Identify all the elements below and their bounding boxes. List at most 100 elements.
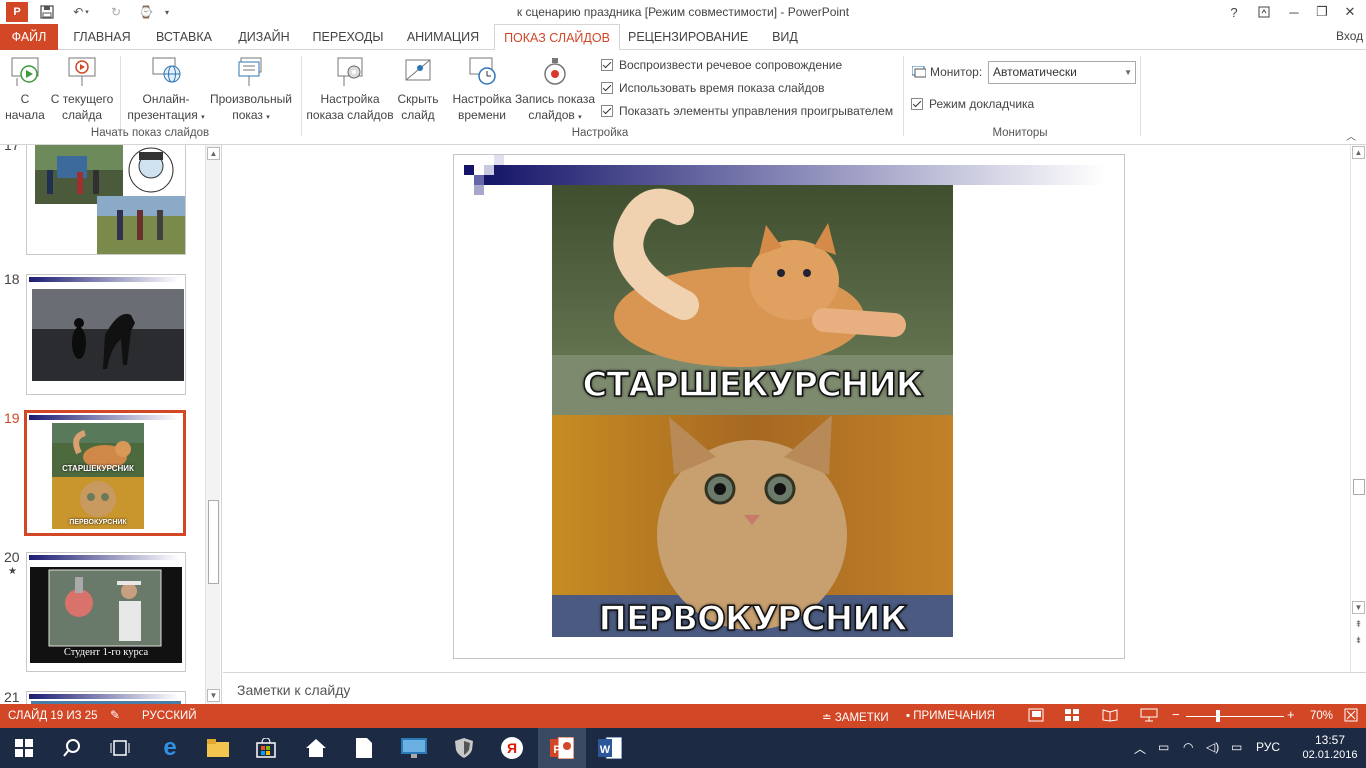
- scroll-down-icon[interactable]: ▼: [207, 689, 220, 702]
- tab-review[interactable]: РЕЦЕНЗИРОВАНИЕ: [628, 24, 748, 50]
- group-label-start: Начать показ слайдов: [90, 127, 210, 139]
- use-timings-checkbox[interactable]: Использовать время показа слайдов: [601, 81, 825, 95]
- monitor-select[interactable]: Автоматически ▼: [988, 61, 1136, 84]
- scroll-up-icon[interactable]: ▲: [207, 147, 220, 160]
- slide-sorter-icon[interactable]: [1064, 708, 1080, 725]
- store-icon[interactable]: [242, 728, 290, 768]
- slideshow-view-icon[interactable]: [1140, 708, 1158, 725]
- next-slide-icon[interactable]: ⇟: [1352, 635, 1365, 648]
- word-taskbar-icon[interactable]: W: [586, 728, 634, 768]
- home-icon[interactable]: [292, 728, 340, 768]
- save-icon[interactable]: [36, 2, 58, 22]
- start-windows-icon[interactable]: [0, 728, 48, 768]
- notifications-icon[interactable]: ▭: [1231, 740, 1242, 754]
- online-presentation-button[interactable]: Онлайн- презентация ▾: [124, 54, 208, 126]
- zoom-slider-track[interactable]: [1186, 716, 1284, 717]
- scroll-down-icon[interactable]: ▼: [1352, 601, 1365, 614]
- notes-toggle[interactable]: ≐ ЗАМЕТКИ: [822, 710, 889, 724]
- online-label-1: Онлайн-: [142, 92, 190, 106]
- tab-slideshow[interactable]: ПОКАЗ СЛАЙДОВ: [494, 24, 620, 51]
- minimize-button[interactable]: ─: [1282, 2, 1306, 22]
- from-current-slide-button[interactable]: С текущего слайда: [48, 54, 116, 123]
- wifi-icon[interactable]: ◠: [1183, 740, 1193, 754]
- tab-design[interactable]: ДИЗАЙН: [230, 24, 298, 50]
- tab-file[interactable]: ФАЙЛ: [0, 24, 58, 50]
- setup-show-button[interactable]: Настройка показа слайдов: [304, 54, 396, 123]
- language-status[interactable]: РУССКИЙ: [142, 710, 197, 722]
- from-start-button[interactable]: С начала: [4, 54, 46, 123]
- clock[interactable]: 13:57 02.01.2016: [1300, 733, 1360, 761]
- slide-thumbnail-17[interactable]: [26, 145, 186, 255]
- present-from-start-icon[interactable]: ⌚: [135, 2, 157, 22]
- comments-toggle[interactable]: ▪ ПРИМЕЧАНИЯ: [906, 710, 995, 722]
- tab-insert[interactable]: ВСТАВКА: [148, 24, 220, 50]
- document-icon[interactable]: [340, 728, 388, 768]
- fit-to-window-icon[interactable]: [1344, 708, 1358, 725]
- task-view-icon[interactable]: [96, 728, 144, 768]
- slide-title-band: [29, 555, 179, 560]
- thumb-19-caption-top: СТАРШЕКУРСНИК: [62, 464, 134, 473]
- hide-slide-button[interactable]: Скрыть слайд: [394, 54, 442, 123]
- sign-in-link[interactable]: Вход: [1336, 24, 1366, 48]
- powerpoint-taskbar-icon[interactable]: P: [538, 728, 586, 768]
- slide-thumbnail-19-selected[interactable]: СТАРШЕКУРСНИК ПЕРВОКУРСНИК: [24, 410, 186, 536]
- scroll-thumb[interactable]: [1353, 479, 1365, 495]
- zoom-in-icon[interactable]: +: [1287, 707, 1295, 722]
- scroll-thumb[interactable]: [208, 500, 219, 584]
- show-hidden-icons-icon[interactable]: ︿: [1134, 740, 1146, 757]
- svg-text:W: W: [600, 744, 611, 756]
- presenter-view-checkbox[interactable]: Режим докладчика: [911, 97, 1034, 111]
- file-explorer-icon[interactable]: [194, 728, 242, 768]
- tab-transitions[interactable]: ПЕРЕХОДЫ: [308, 24, 388, 50]
- previous-slide-icon[interactable]: ⇞: [1352, 619, 1365, 632]
- help-button[interactable]: ?: [1222, 2, 1246, 22]
- zoom-slider-handle[interactable]: [1216, 710, 1220, 722]
- thumbnails-scrollbar[interactable]: ▲ ▼: [205, 145, 220, 704]
- setup-label-2: показа слайдов: [306, 108, 394, 122]
- customize-toolbar-icon[interactable]: ▾: [160, 2, 174, 22]
- ribbon-separator: [301, 56, 302, 136]
- search-icon[interactable]: [48, 728, 96, 768]
- tab-home[interactable]: ГЛАВНАЯ: [68, 24, 136, 50]
- monitor-app-icon[interactable]: [390, 728, 438, 768]
- rehearse-timings-button[interactable]: Настройка времени: [448, 54, 516, 123]
- clock-date: 02.01.2016: [1302, 749, 1358, 761]
- security-shield-icon[interactable]: [440, 728, 488, 768]
- powerpoint-app-icon[interactable]: P: [6, 2, 28, 22]
- spell-check-icon[interactable]: ✎: [110, 708, 120, 722]
- tab-view[interactable]: ВИД: [762, 24, 808, 50]
- slide-thumbnail-21[interactable]: [26, 691, 186, 704]
- input-language[interactable]: РУС: [1256, 740, 1280, 754]
- normal-view-icon[interactable]: [1028, 708, 1044, 725]
- yandex-browser-icon[interactable]: Я: [488, 728, 536, 768]
- tab-animation[interactable]: АНИМАЦИЯ: [398, 24, 488, 50]
- custom-show-button[interactable]: Произвольный показ ▾: [206, 54, 296, 126]
- record-show-button[interactable]: Запись показа слайдов ▾: [512, 54, 598, 126]
- zoom-level[interactable]: 70%: [1310, 710, 1333, 722]
- record-label-2-wrap: слайдов ▾: [512, 107, 598, 126]
- notes-pane[interactable]: Заметки к слайду: [223, 672, 1366, 704]
- edge-browser-icon[interactable]: e: [146, 728, 194, 768]
- volume-icon[interactable]: ◁): [1206, 740, 1219, 754]
- current-slide[interactable]: СТАРШЕКУРСНИК ПЕРВОКУРСНИК: [453, 154, 1125, 659]
- from-current-label-2: слайда: [61, 108, 103, 122]
- svg-text:P: P: [553, 744, 560, 756]
- slide-thumbnail-18[interactable]: [26, 274, 186, 395]
- close-button[interactable]: ✕: [1338, 2, 1362, 22]
- slide-caption-bottom: ПЕРВОКУРСНИК: [598, 598, 909, 640]
- undo-icon[interactable]: ↶ ▾: [66, 2, 96, 22]
- slide-scrollbar[interactable]: ▲ ▼ ⇞ ⇟: [1350, 145, 1366, 672]
- ribbon-display-options-icon[interactable]: [1252, 2, 1276, 22]
- reading-view-icon[interactable]: [1102, 708, 1118, 725]
- restore-button[interactable]: ❐: [1310, 2, 1334, 22]
- show-media-controls-checkbox[interactable]: Показать элементы управления проигрывате…: [601, 104, 893, 118]
- power-icon[interactable]: ▭: [1158, 740, 1169, 754]
- redo-icon[interactable]: ↻: [105, 2, 127, 22]
- collapse-ribbon-icon[interactable]: ︿: [1346, 128, 1356, 143]
- play-narrations-checkbox[interactable]: Воспроизвести речевое сопровождение: [601, 58, 842, 72]
- zoom-out-icon[interactable]: −: [1172, 707, 1180, 722]
- scroll-up-icon[interactable]: ▲: [1352, 146, 1365, 159]
- slide-thumbnail-20[interactable]: Студент 1-го курса: [26, 552, 186, 672]
- hide-label-2: слайд: [401, 108, 435, 122]
- dropdown-arrow-icon: ▾: [578, 114, 582, 121]
